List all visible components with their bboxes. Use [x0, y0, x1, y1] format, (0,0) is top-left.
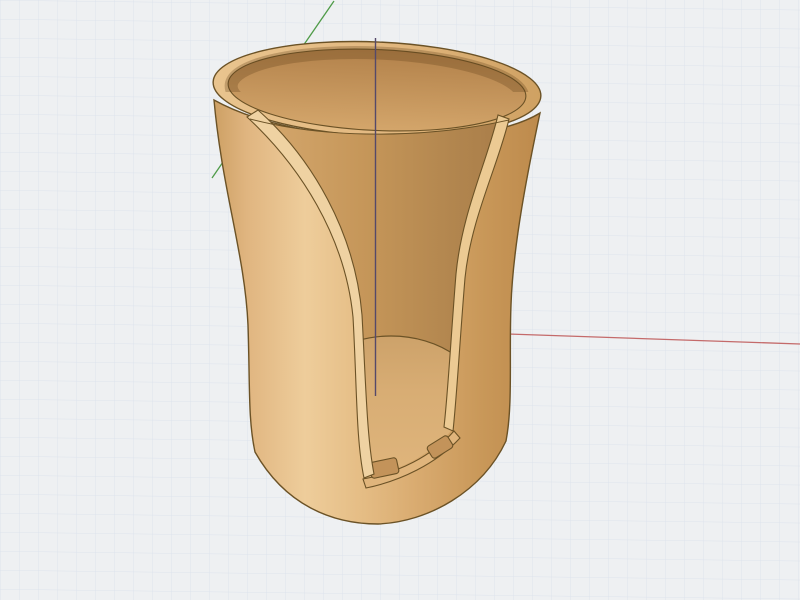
cad-viewport[interactable]: [0, 0, 800, 600]
viewport-canvas[interactable]: [0, 0, 800, 600]
model-cup[interactable]: [211, 35, 543, 525]
